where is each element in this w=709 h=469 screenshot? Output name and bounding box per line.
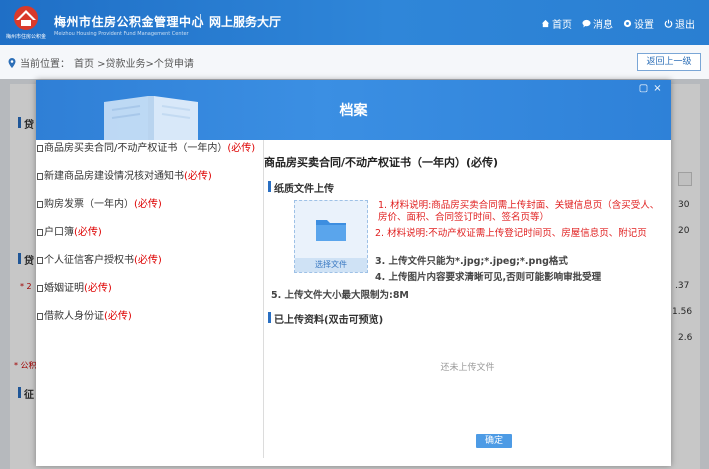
required-tag: (必传) [84, 283, 112, 294]
doc-item-purchase-contract[interactable]: 商品房买卖合同/不动产权证书（一年内）(必传) [37, 142, 257, 155]
breadcrumb: 当前位置： 首页 >贷款业务>个贷申请 [8, 55, 194, 70]
note-4: 4. 上传图片内容要求清晰可见,否则可能影响审批受理 [375, 272, 602, 283]
breadcrumb-path[interactable]: 首页 >贷款业务>个贷申请 [74, 55, 194, 70]
checkbox-icon[interactable] [37, 285, 43, 292]
close-icon[interactable]: × [652, 83, 663, 94]
site-english-title: Meizhou Housing Provident Fund Managemen… [54, 31, 189, 37]
selected-document-title: 商品房买卖合同/不动产权证书（一年内）(必传) [264, 156, 499, 169]
breadcrumb-bar: 当前位置： 首页 >贷款业务>个贷申请 返回上一级 [0, 45, 709, 79]
doc-item-purchase-invoice[interactable]: 购房发票（一年内）(必传) [37, 198, 162, 211]
site-title: 梅州市住房公积金管理中心 [54, 15, 205, 29]
file-upload-box[interactable]: 选择文件 [294, 200, 368, 273]
back-button[interactable]: 返回上一级 [637, 53, 701, 71]
nav-message[interactable]: 消息 [582, 16, 613, 31]
doc-item-household-register[interactable]: 户口簿(必传) [37, 226, 102, 239]
doc-item-label: 新建商品房建设情况核对通知书 [44, 171, 184, 182]
checkbox-icon[interactable] [37, 229, 43, 236]
doc-item-construction-notice[interactable]: 新建商品房建设情况核对通知书(必传) [37, 170, 212, 183]
note-5: 5. 上传文件大小最大限制为:8M [271, 290, 409, 301]
doc-item-label: 商品房买卖合同/不动产权证书（一年内） [44, 143, 228, 154]
doc-item-label: 婚姻证明 [44, 283, 84, 294]
home-icon [541, 19, 550, 28]
paper-upload-section: 纸质文件上传 [268, 180, 334, 195]
nav-logout[interactable]: 退出 [664, 16, 695, 31]
checkbox-icon[interactable] [37, 201, 43, 208]
doc-item-marriage-certificate[interactable]: 婚姻证明(必传) [37, 282, 112, 295]
note-1: 1. 材料说明:商品房买卖合同需上传封面、关键信息页（含买受人、房价、面积、合同… [378, 200, 660, 223]
checkbox-icon[interactable] [37, 173, 43, 180]
doc-item-label: 个人征信客户授权书 [44, 255, 134, 266]
nav-home-label: 首页 [552, 20, 572, 31]
checkbox-icon[interactable] [37, 313, 43, 320]
required-tag: (必传) [134, 255, 162, 266]
location-pin-icon [8, 57, 16, 68]
power-icon [664, 19, 673, 28]
nav-logout-label: 退出 [675, 20, 695, 31]
required-tag: (必传) [104, 311, 132, 322]
required-tag: (必传) [184, 171, 212, 182]
nav-settings[interactable]: 设置 [623, 16, 654, 31]
required-tag: (必传) [227, 143, 256, 154]
message-icon [582, 19, 591, 28]
checkbox-icon[interactable] [37, 257, 43, 264]
doc-item-credit-authorization[interactable]: 个人征信客户授权书(必传) [37, 254, 162, 267]
breadcrumb-prefix: 当前位置： [20, 59, 70, 70]
nav-home[interactable]: 首页 [541, 16, 572, 31]
checkbox-icon[interactable] [37, 145, 43, 152]
nav-message-label: 消息 [593, 20, 613, 31]
modal-title: 档案 [339, 103, 368, 119]
select-file-button[interactable]: 选择文件 [295, 258, 367, 272]
site-subtitle: 网上服务大厅 [209, 15, 282, 29]
folder-icon [316, 220, 346, 241]
header-divider [200, 14, 201, 28]
confirm-button[interactable]: 确定 [476, 434, 512, 448]
gear-icon [623, 19, 632, 28]
nav-settings-label: 设置 [634, 20, 654, 31]
required-tag: (必传) [134, 199, 162, 210]
doc-item-label: 购房发票（一年内） [44, 199, 134, 210]
document-list: 商品房买卖合同/不动产权证书（一年内）(必传) 新建商品房建设情况核对通知书(必… [36, 140, 264, 458]
doc-item-label: 借款人身份证 [44, 311, 104, 322]
site-header: 梅州市住房公积金 梅州市住房公积金管理中心 Meizhou Housing Pr… [0, 0, 709, 45]
empty-files-text: 还未上传文件 [440, 363, 495, 373]
required-tag: (必传) [74, 227, 102, 238]
doc-item-borrower-id[interactable]: 借款人身份证(必传) [37, 310, 132, 323]
doc-item-label: 户口簿 [44, 227, 74, 238]
archive-modal: 档案 ▢ × 商品房买卖合同/不动产权证书（一年内）(必传) 新建商品房建设情况… [36, 80, 671, 466]
note-2: 2. 材料说明:不动产权证需上传登记时间页、房屋信息页、附记页 [375, 228, 647, 239]
header-nav: 首页 消息 设置 退出 [541, 16, 695, 31]
logo-subtitle: 梅州市住房公积金 [6, 34, 47, 40]
uploaded-files-section: 已上传资料(双击可预览) [268, 311, 383, 326]
note-3: 3. 上传文件只能为*.jpg;*.jpeg;*.png格式 [375, 256, 568, 267]
modal-header: 档案 ▢ × [36, 80, 671, 140]
maximize-icon[interactable]: ▢ [638, 83, 649, 94]
